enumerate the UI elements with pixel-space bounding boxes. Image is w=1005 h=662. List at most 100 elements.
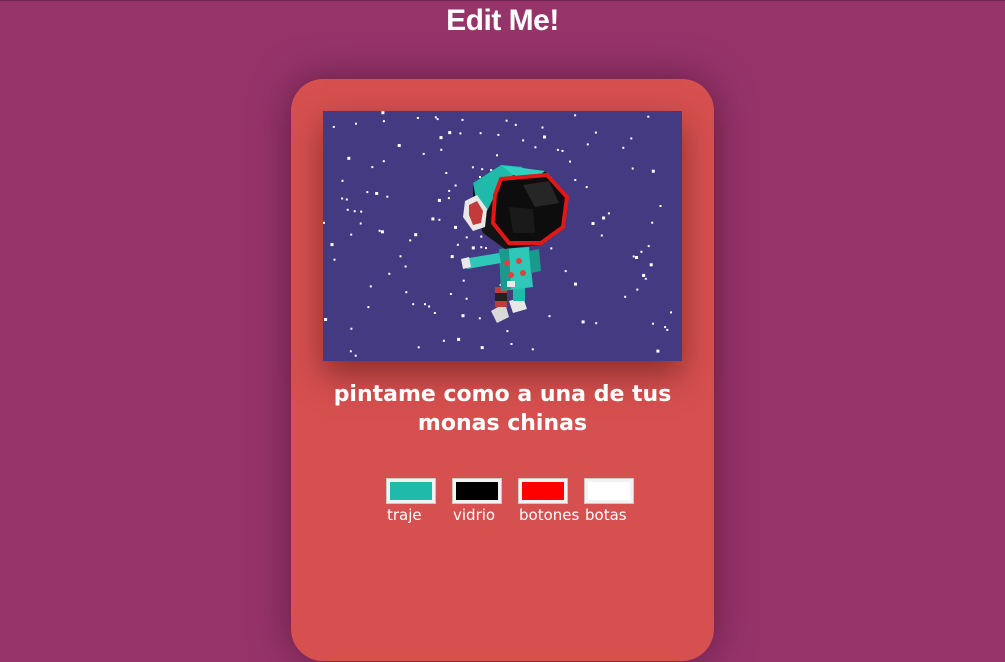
star [622,146,625,149]
star [465,236,468,239]
star [480,246,483,249]
star [480,346,484,350]
star [428,305,431,308]
star [345,198,348,201]
star [510,343,513,345]
traje-color-input[interactable] [386,478,436,504]
star [330,243,334,247]
star [632,255,635,258]
star [323,221,325,224]
star [564,270,567,273]
star [656,349,660,353]
star [496,154,498,157]
star [640,250,643,253]
star [333,258,336,261]
star [642,273,646,277]
star [381,111,385,115]
star [541,126,544,129]
star [490,169,493,172]
botones-swatch [522,482,564,500]
star [369,285,372,288]
picker-traje[interactable]: traje [386,478,436,524]
picker-botas[interactable]: botas [584,478,634,524]
star [431,217,435,221]
star [341,179,344,182]
star [354,354,357,357]
star [550,247,553,250]
star [670,311,672,314]
star [388,272,391,275]
star [346,208,349,211]
botones-label: botones [519,506,580,524]
star [378,229,381,232]
star [436,118,439,121]
vidrio-label: vidrio [453,506,496,524]
star [471,246,475,250]
star [409,239,412,242]
star [531,348,534,351]
star [359,222,362,225]
picker-botones[interactable]: botones [518,478,580,524]
star [631,167,634,170]
vidrio-color-input[interactable] [452,478,502,504]
traje-label: traje [387,506,422,524]
star [457,337,461,341]
star [591,222,595,225]
star [341,197,344,200]
star [448,189,451,192]
star [602,216,606,220]
star [574,282,577,286]
star [561,149,564,152]
star [405,291,408,294]
star [478,317,481,320]
page-title: Edit Me! [446,4,559,37]
botones-color-input[interactable] [518,478,568,504]
star [422,152,425,155]
star [454,225,457,229]
star [355,122,357,125]
star [386,195,389,198]
star [462,279,465,282]
star [332,125,335,128]
star [399,255,402,258]
picker-vidrio[interactable]: vidrio [452,478,502,524]
star [664,326,667,329]
star [569,160,571,163]
star [506,330,509,333]
star [349,350,352,353]
vidrio-swatch [456,482,498,500]
star [454,184,457,187]
star [353,210,356,213]
star [371,166,374,169]
star [416,117,419,119]
star [439,136,443,140]
star [595,322,598,325]
star [581,320,585,324]
star [514,123,517,126]
star [471,166,474,169]
star [548,315,551,318]
star [505,119,508,122]
star [651,221,654,224]
star [574,179,577,181]
card: pintame como a una de tus monas chinas t… [291,79,714,661]
star [600,234,603,237]
star [485,247,487,250]
botas-color-input[interactable] [584,478,634,504]
star [375,192,379,195]
star [360,210,363,213]
star [434,116,437,119]
star [647,245,650,248]
star [461,314,465,318]
astronaut-scene[interactable] [323,111,682,361]
star [412,303,415,306]
astronaut-figure [461,165,570,323]
star [635,256,638,259]
star [636,288,639,291]
star [440,148,443,151]
star [480,235,483,238]
star [585,186,588,189]
star [350,233,353,236]
star [649,263,653,267]
star [397,144,401,147]
